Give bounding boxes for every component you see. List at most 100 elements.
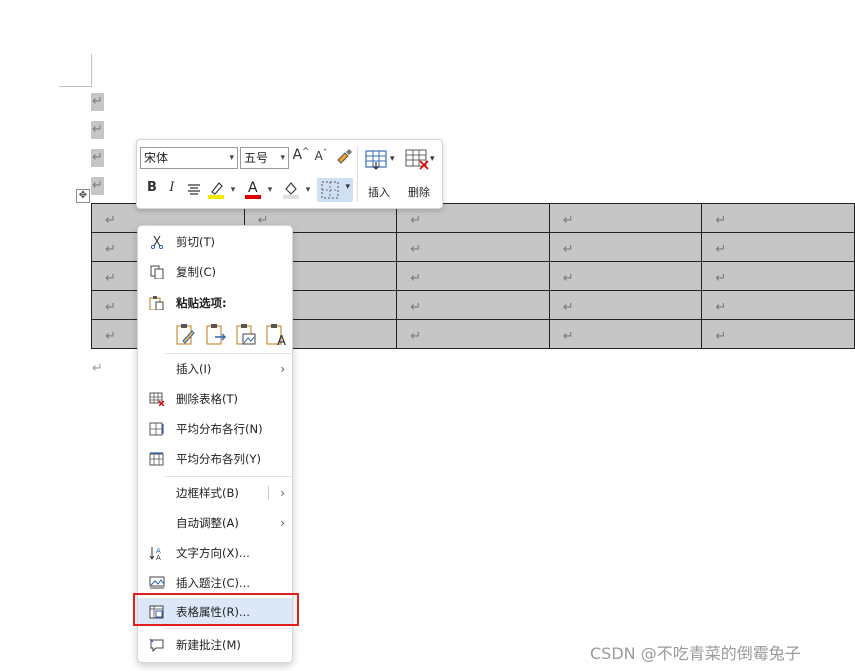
table-cell[interactable]: ↵ [701, 232, 855, 262]
menu-item-distribute-rows[interactable]: 平均分布各行(N) [138, 415, 292, 443]
text-direction-icon: AA [149, 547, 161, 560]
paste-options-row: A [175, 323, 290, 349]
shading-icon[interactable] [282, 180, 300, 200]
svg-text:A: A [277, 334, 286, 347]
table-cell[interactable]: ↵ [701, 290, 855, 320]
menu-item-label: 平均分布各行(N) [176, 422, 263, 436]
paste-icon [149, 296, 164, 310]
selected-paragraph[interactable]: ↵ [91, 177, 104, 195]
borders-icon [321, 181, 339, 199]
menu-item-label: 复制(C) [176, 265, 217, 279]
table-cell[interactable]: ↵ [396, 319, 550, 349]
chevron-down-icon: ▾ [229, 153, 234, 163]
menu-item-text-direction[interactable]: AA 文字方向(X)... [138, 539, 292, 567]
borders-button[interactable]: ▾ [317, 178, 353, 202]
menu-split-divider [268, 486, 269, 500]
paste-picture-icon[interactable] [235, 323, 257, 347]
italic-icon[interactable]: I [167, 180, 177, 195]
menu-item-copy[interactable]: 复制(C) [138, 258, 292, 286]
paste-options-header: 粘贴选项: [138, 289, 292, 317]
chevron-down-icon: ▾ [430, 154, 435, 164]
table-cell[interactable]: ↵ [396, 290, 550, 320]
menu-item-autofit[interactable]: 自动调整(A) › [138, 509, 292, 537]
paste-text-only-icon[interactable]: A [265, 323, 287, 349]
page-corner-vertical [91, 54, 92, 86]
selected-paragraph[interactable]: ↵ [91, 121, 104, 139]
bold-icon[interactable]: B [146, 180, 158, 195]
menu-item-border-styles[interactable]: 边框样式(B) › [138, 479, 292, 507]
copy-icon [150, 265, 164, 279]
menu-item-new-comment[interactable]: 新建批注(M) [138, 631, 292, 659]
chevron-right-icon: › [280, 516, 285, 530]
paragraph-mark: ↵ [92, 94, 103, 109]
format-painter-icon[interactable] [335, 148, 353, 166]
table-delete-icon [149, 392, 165, 406]
menu-item-label: 剪切(T) [176, 235, 215, 249]
paragraph-mark: ↵ [92, 178, 103, 193]
table-cell[interactable]: ↵ [701, 203, 855, 233]
font-name-combo[interactable]: 宋体 ▾ [140, 147, 238, 169]
table-cell[interactable]: ↵ [548, 290, 703, 320]
table-cell[interactable]: ↵ [701, 319, 855, 349]
chevron-down-icon[interactable]: ▾ [229, 185, 237, 195]
chevron-right-icon[interactable]: › [280, 479, 285, 507]
scissors-icon [150, 235, 164, 249]
paste-merge-formatting-icon[interactable] [205, 323, 227, 347]
menu-item-label: 插入(I) [176, 362, 212, 376]
chevron-down-icon: ▾ [390, 154, 395, 164]
distribute-rows-icon [149, 422, 164, 436]
table-cell[interactable]: ↵ [396, 232, 550, 262]
font-size-value: 五号 [244, 151, 269, 165]
table-cell[interactable]: ↵ [548, 319, 703, 349]
paste-keep-formatting-icon[interactable] [175, 323, 197, 347]
menu-item-cut[interactable]: 剪切(T) [138, 228, 292, 256]
menu-item-label: 删除表格(T) [176, 392, 238, 406]
shrink-font-icon[interactable]: Aˇ [313, 149, 329, 163]
selected-paragraph[interactable]: ↵ [91, 93, 104, 111]
insert-caption-icon [149, 576, 165, 589]
table-cell[interactable]: ↵ [701, 261, 855, 291]
chevron-right-icon: › [280, 362, 285, 376]
chevron-down-icon[interactable]: ▾ [266, 185, 274, 195]
page-corner-horizontal [59, 86, 92, 87]
watermark: CSDN @不吃青菜的倒霉兔子 [590, 644, 801, 663]
menu-item-label: 文字方向(X)... [176, 546, 250, 560]
chevron-down-icon[interactable]: ▾ [304, 185, 312, 195]
menu-item-delete-table[interactable]: 删除表格(T) [138, 385, 292, 413]
grow-font-icon[interactable]: A^ [292, 147, 310, 163]
table-cell[interactable]: ↵ [548, 232, 703, 262]
chevron-down-icon: ▾ [280, 153, 285, 163]
distribute-columns-icon [149, 452, 164, 466]
delete-label: 删除 [408, 186, 430, 199]
chevron-down-icon: ▾ [345, 182, 350, 192]
menu-item-label: 新建批注(M) [176, 638, 241, 652]
align-center-icon[interactable] [187, 182, 201, 196]
table-cell[interactable]: ↵ [548, 203, 703, 233]
toolbar-divider [357, 146, 358, 202]
new-comment-icon [149, 638, 164, 652]
svg-text:A: A [156, 554, 161, 560]
menu-item-label: 边框样式(B) [176, 486, 239, 500]
table-cell[interactable]: ↵ [548, 261, 703, 291]
mini-toolbar: 宋体 ▾ 五号 ▾ A^ Aˇ B I ▾ A ▾ ▾ ▾ ▾ 插入 ▾ 删除 [136, 139, 443, 209]
font-name-value: 宋体 [144, 151, 169, 165]
insert-label: 插入 [368, 186, 390, 199]
table-move-handle-icon[interactable]: ✥ [76, 189, 90, 203]
menu-separator [165, 476, 292, 477]
insert-button[interactable]: ▾ 插入 [359, 144, 399, 202]
menu-item-label: 平均分布各列(Y) [176, 452, 261, 466]
font-color-icon[interactable]: A [244, 180, 262, 200]
menu-separator [165, 353, 292, 354]
table-cell[interactable]: ↵ [396, 261, 550, 291]
menu-item-label: 粘贴选项: [176, 296, 227, 310]
highlighter-icon[interactable] [207, 180, 225, 200]
font-size-combo[interactable]: 五号 ▾ [240, 147, 289, 169]
menu-separator [165, 628, 292, 629]
delete-button[interactable]: ▾ 删除 [399, 144, 439, 202]
menu-item-insert[interactable]: 插入(I) › [138, 355, 292, 383]
annotation-highlight-box [133, 593, 299, 626]
paragraph-mark: ↵ [92, 150, 103, 165]
paragraph-mark: ↵ [92, 122, 103, 137]
menu-item-distribute-cols[interactable]: 平均分布各列(Y) [138, 445, 292, 473]
selected-paragraph[interactable]: ↵ [91, 149, 104, 167]
